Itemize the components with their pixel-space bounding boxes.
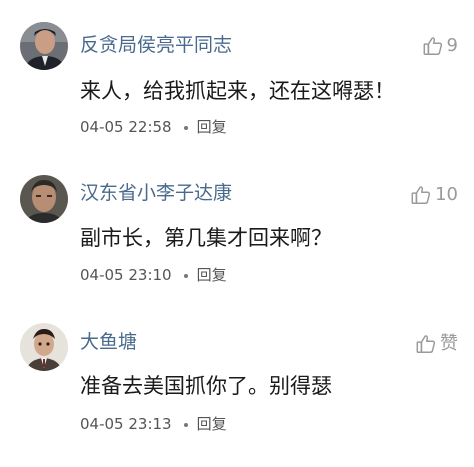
like-button[interactable]: 9	[422, 35, 458, 57]
separator-dot	[183, 273, 188, 278]
comment-text: 来人，给我抓起来，还在这嘚瑟！	[80, 79, 395, 103]
like-button[interactable]: 10	[410, 184, 458, 206]
username[interactable]: 大鱼塘	[80, 333, 137, 352]
comment-text: 副市长，第几集才回来啊？	[80, 226, 332, 250]
like-count: 9	[446, 35, 458, 56]
thumbs-up-icon	[410, 184, 432, 206]
separator-dot	[183, 125, 188, 130]
thumbs-up-icon	[415, 333, 437, 355]
reply-button[interactable]: 回复	[197, 120, 227, 135]
thumbs-up-icon	[422, 35, 444, 57]
avatar[interactable]	[20, 22, 68, 70]
timestamp: 04-05 22:58	[80, 118, 172, 136]
like-count: 赞	[440, 333, 458, 354]
reply-button[interactable]: 回复	[197, 417, 227, 432]
timestamp: 04-05 23:10	[80, 266, 172, 284]
separator-dot	[183, 422, 188, 427]
comment-text: 准备去美国抓你了。别得瑟	[80, 374, 332, 398]
timestamp: 04-05 23:13	[80, 415, 172, 433]
comment-meta: 04-05 23:13 回复	[80, 417, 227, 432]
avatar[interactable]	[20, 323, 68, 371]
comment-meta: 04-05 23:10 回复	[80, 268, 227, 283]
comment-meta: 04-05 22:58 回复	[80, 120, 227, 135]
comment-item: 大鱼塘 赞 准备去美国抓你了。别得瑟 04-05 23:13 回复	[0, 305, 474, 467]
comment-item: 汉东省小李子达康 10 副市长，第几集才回来啊？ 04-05 23:10 回复	[0, 155, 474, 305]
like-button[interactable]: 赞	[415, 333, 458, 355]
reply-button[interactable]: 回复	[197, 268, 227, 283]
comment-item: 反贪局侯亮平同志 9 来人，给我抓起来，还在这嘚瑟！ 04-05 22:58 回…	[0, 0, 474, 155]
avatar[interactable]	[20, 175, 68, 223]
username[interactable]: 反贪局侯亮平同志	[80, 36, 232, 55]
like-count: 10	[435, 184, 458, 205]
username[interactable]: 汉东省小李子达康	[80, 184, 232, 203]
